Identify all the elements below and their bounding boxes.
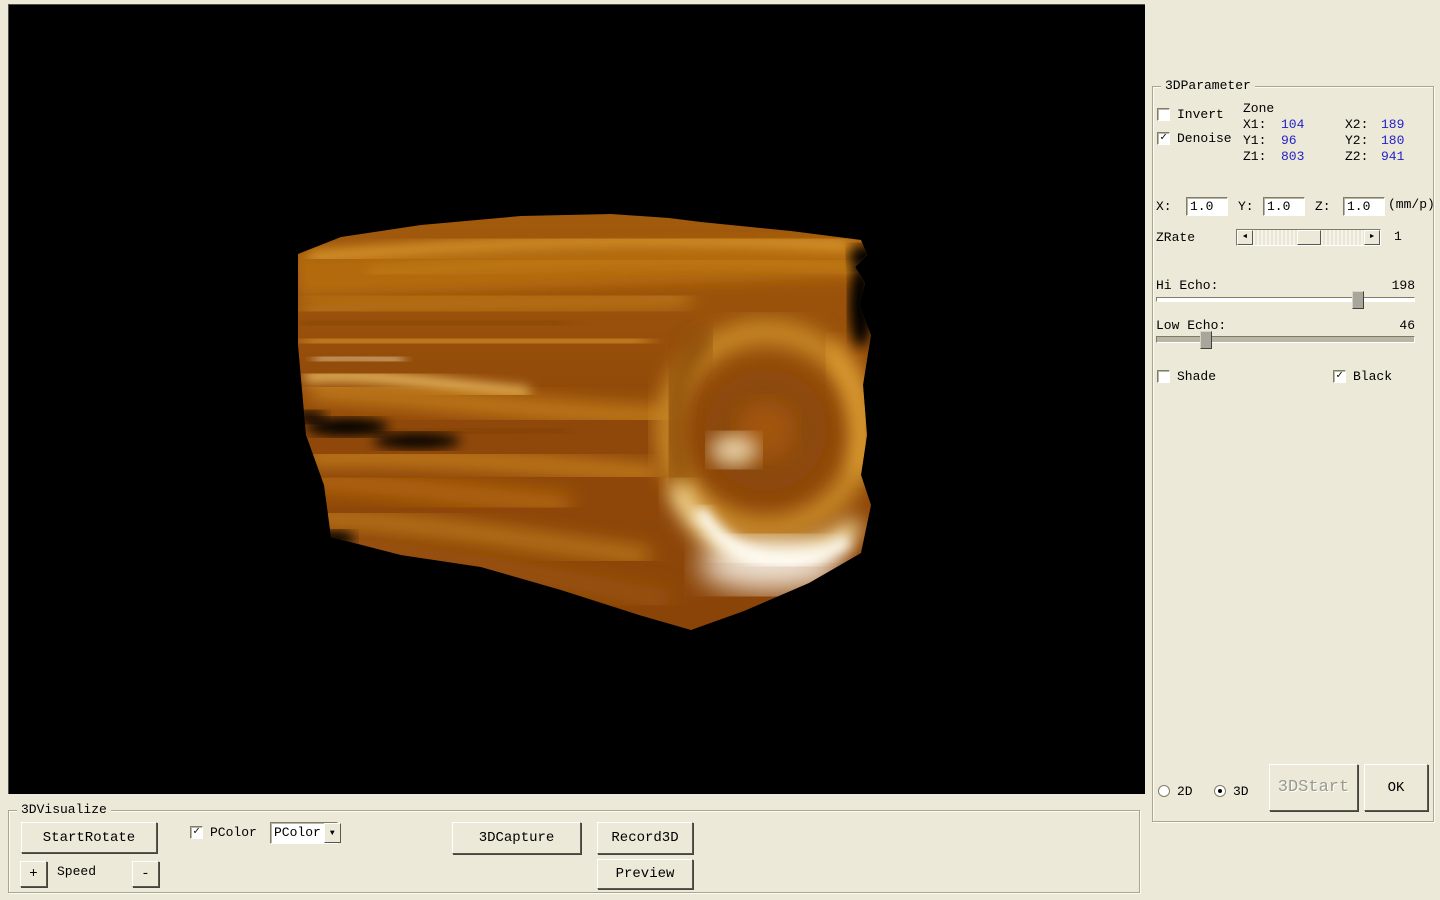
ultrasound-volume	[9, 5, 1145, 794]
hi-echo-value: 198	[1380, 278, 1415, 294]
hi-echo-label: Hi Echo:	[1156, 278, 1218, 294]
zone-label: Zone	[1243, 101, 1274, 117]
start-rotate-button[interactable]: StartRotate	[21, 822, 157, 853]
check-icon: ✓	[1160, 133, 1167, 144]
zone-z1-value: 803	[1281, 149, 1304, 165]
scroll-right-icon[interactable]: ►	[1364, 230, 1380, 245]
low-echo-slider-track[interactable]	[1156, 336, 1415, 343]
zone-x1-value: 104	[1281, 117, 1304, 133]
check-icon: ✓	[193, 827, 200, 838]
preview-button[interactable]: Preview	[597, 859, 693, 889]
zone-y2-value: 180	[1381, 133, 1404, 149]
black-label: Black	[1353, 369, 1392, 385]
pcolor-dropdown[interactable]: PColor ▼	[270, 822, 338, 844]
parameter-group-title: 3DParameter	[1161, 78, 1255, 94]
low-echo-label: Low Echo:	[1156, 318, 1226, 334]
zone-z2-label: Z2:	[1345, 149, 1368, 165]
speed-plus-button[interactable]: +	[20, 861, 47, 887]
pcolor-checkbox[interactable]: ✓	[190, 826, 203, 839]
application-window: 3DParameter Invert ✓ Denoise Zone X1: 10…	[0, 0, 1440, 900]
mode-2d-radio[interactable]	[1158, 785, 1170, 797]
denoise-label: Denoise	[1177, 131, 1232, 147]
hi-echo-slider-track[interactable]	[1156, 297, 1415, 302]
speed-minus-button[interactable]: -	[132, 861, 159, 887]
zone-x2-label: X2:	[1345, 117, 1368, 133]
x-scale-label: X:	[1156, 199, 1172, 215]
shade-checkbox[interactable]	[1157, 370, 1170, 383]
pcolor-checkbox-label: PColor	[210, 825, 257, 841]
record3d-button[interactable]: Record3D	[597, 822, 693, 854]
low-echo-value: 46	[1380, 318, 1415, 334]
zone-y1-label: Y1:	[1243, 133, 1266, 149]
zone-z2-value: 941	[1381, 149, 1404, 165]
zone-x2-value: 189	[1381, 117, 1404, 133]
x-scale-input[interactable]	[1186, 197, 1228, 216]
zone-y1-value: 96	[1281, 133, 1297, 149]
zone-y2-label: Y2:	[1345, 133, 1368, 149]
chevron-down-icon[interactable]: ▼	[324, 823, 341, 843]
denoise-checkbox[interactable]: ✓	[1157, 132, 1170, 145]
zrate-scrollbar[interactable]: ◄ ►	[1236, 229, 1381, 246]
zone-z1-label: Z1:	[1243, 149, 1266, 165]
render-viewport[interactable]	[8, 4, 1145, 794]
low-echo-slider-thumb[interactable]	[1200, 331, 1212, 349]
scale-unit-label: (mm/p)	[1388, 197, 1435, 213]
zrate-scrollbar-track[interactable]	[1253, 230, 1364, 245]
y-scale-input[interactable]	[1263, 197, 1305, 216]
visualize-group-title: 3DVisualize	[17, 802, 111, 818]
mode-3d-label: 3D	[1233, 784, 1249, 800]
ok-button[interactable]: OK	[1364, 764, 1428, 811]
black-checkbox[interactable]: ✓	[1333, 370, 1346, 383]
zone-x1-label: X1:	[1243, 117, 1266, 133]
zrate-value: 1	[1394, 229, 1402, 245]
3dstart-button[interactable]: 3DStart	[1269, 764, 1358, 811]
shade-label: Shade	[1177, 369, 1216, 385]
hi-echo-slider-thumb[interactable]	[1352, 291, 1364, 309]
pcolor-dropdown-value: PColor	[271, 823, 324, 843]
zrate-scrollbar-thumb[interactable]	[1297, 230, 1321, 245]
speed-label: Speed	[57, 864, 96, 880]
invert-checkbox[interactable]	[1157, 108, 1170, 121]
z-scale-label: Z:	[1315, 199, 1331, 215]
invert-label: Invert	[1177, 107, 1224, 123]
y-scale-label: Y:	[1238, 199, 1254, 215]
mode-2d-label: 2D	[1177, 784, 1193, 800]
3dcapture-button[interactable]: 3DCapture	[452, 822, 581, 854]
zrate-label: ZRate	[1156, 230, 1195, 246]
z-scale-input[interactable]	[1343, 197, 1385, 216]
check-icon: ✓	[1336, 371, 1343, 382]
scroll-left-icon[interactable]: ◄	[1237, 230, 1253, 245]
mode-3d-radio[interactable]	[1214, 785, 1226, 797]
